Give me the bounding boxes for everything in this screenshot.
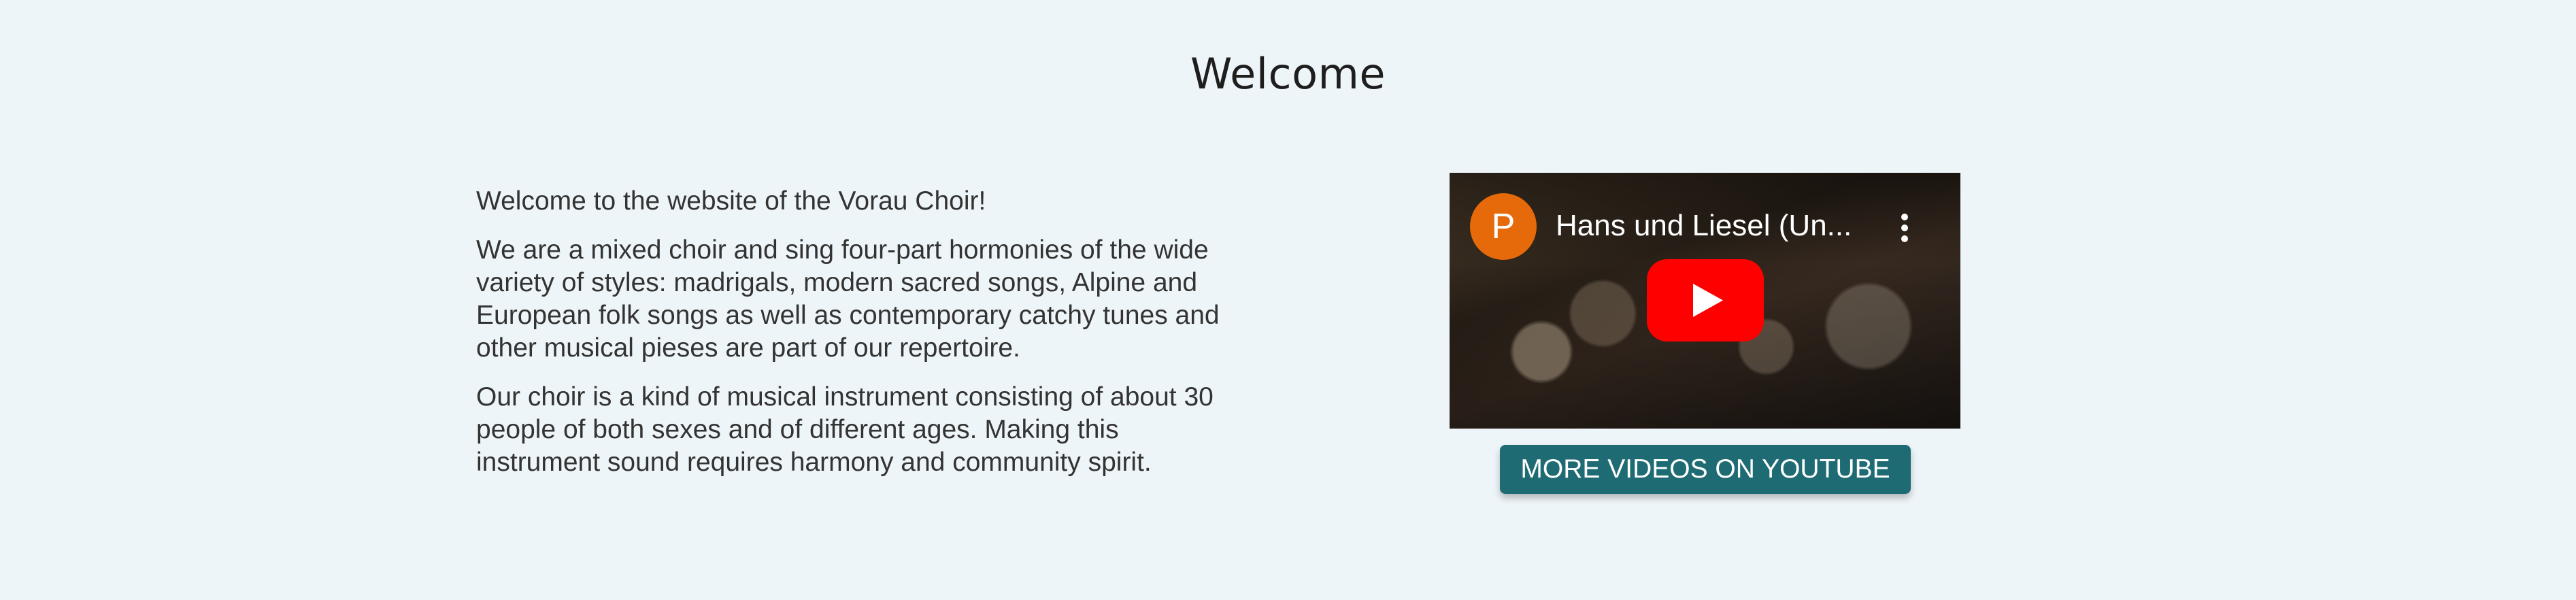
more-videos-button[interactable]: MORE VIDEOS ON YOUTUBE	[1500, 445, 1911, 494]
more-vert-icon[interactable]	[1894, 214, 1915, 248]
youtube-video-embed[interactable]: P Hans und Liesel (Un...	[1450, 173, 1960, 429]
page-title: Welcome	[1190, 49, 1386, 99]
youtube-play-icon[interactable]	[1647, 259, 1764, 341]
channel-avatar[interactable]: P	[1470, 193, 1537, 260]
intro-paragraph-2: We are a mixed choir and sing four-part …	[476, 235, 1220, 363]
intro-text: Welcome to the website of the Vorau Choi…	[476, 185, 1245, 495]
intro-paragraph-1: Welcome to the website of the Vorau Choi…	[476, 186, 986, 216]
video-title-link[interactable]: Hans und Liesel (Un...	[1556, 207, 1855, 245]
intro-paragraph-3: Our choir is a kind of musical instrumen…	[476, 382, 1214, 477]
